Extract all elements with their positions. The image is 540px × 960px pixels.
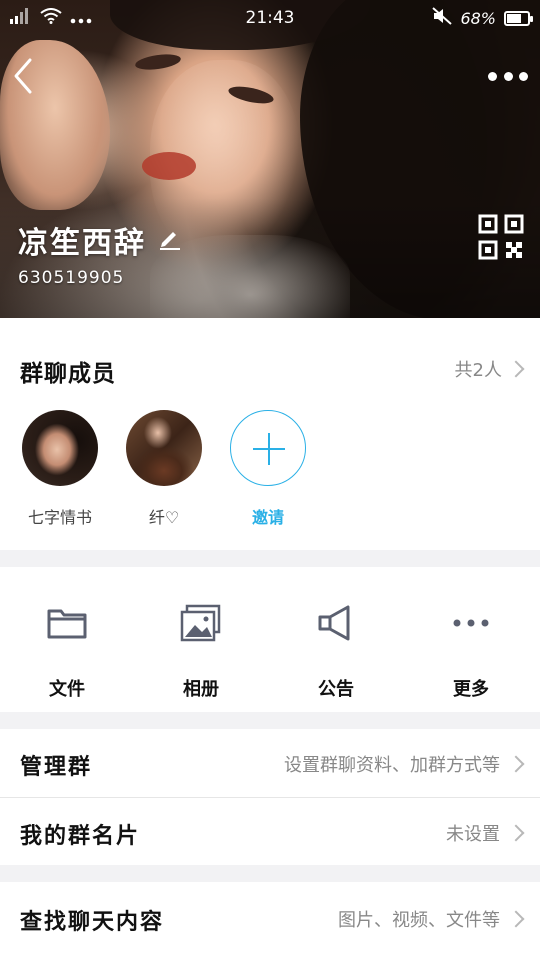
group-name-row: 凉笙西辞 [18,218,182,262]
manage-group-row[interactable]: 管理群 设置群聊资料、加群方式等 [0,729,540,797]
tool-announcement[interactable]: 公告 [286,603,386,701]
battery-percent: 68% [460,8,496,28]
cover-eye-shape [134,51,182,73]
chevron-right-icon [507,360,525,378]
more-options-button[interactable] [488,62,528,90]
back-icon [14,58,32,94]
search-history-row[interactable]: 查找聊天内容 图片、视频、文件等 [0,882,540,960]
folder-icon [45,603,89,643]
row-value: 未设置 [446,824,500,845]
members-section: 群聊成员 共2人 七字情书 纤♡ 邀请 [0,318,540,550]
chevron-right-icon [507,910,525,928]
member-item[interactable]: 纤♡ [124,410,204,528]
member-name: 纤♡ [148,508,180,527]
tool-album[interactable]: 相册 [151,603,251,701]
back-button[interactable] [10,56,40,96]
tool-label: 公告 [318,679,354,700]
edit-icon [160,232,180,250]
more-dot-icon [488,71,497,81]
tool-label: 更多 [453,679,489,700]
invite-label: 邀请 [251,508,284,527]
more-dot-icon [503,71,513,81]
group-cover-image[interactable]: 21:43 68% 凉笙西辞 630519905 [0,0,540,318]
more-dots-icon [449,603,493,643]
tool-files[interactable]: 文件 [17,603,117,701]
members-count-link[interactable]: 共2人 [454,356,525,382]
qr-code-button[interactable] [478,214,524,260]
chevron-right-icon [507,824,525,842]
add-icon [230,410,306,486]
mute-icon [432,7,453,29]
battery-fill [507,13,521,23]
cover-lips-shape [142,152,196,180]
members-count: 共2人 [454,360,502,381]
tools-section: 文件 相册 公告 更多 [0,567,540,712]
battery-icon [504,10,533,26]
row-title: 我的群名片 [20,824,141,849]
members-title: 群聊成员 [20,361,116,387]
edit-name-button[interactable] [158,226,182,254]
status-bar: 21:43 68% [0,0,540,36]
group-card-row[interactable]: 我的群名片 未设置 [0,797,540,865]
album-icon [179,603,223,643]
tool-more[interactable]: 更多 [421,603,521,701]
member-name: 七字情书 [27,508,92,527]
avatar [22,410,98,486]
more-dot-icon [519,71,528,81]
tool-label: 相册 [183,679,219,700]
row-title: 查找聊天内容 [20,910,165,935]
row-value: 图片、视频、文件等 [338,910,500,931]
group-id: 630519905 [18,268,125,288]
row-value: 设置群聊资料、加群方式等 [284,755,500,776]
announcement-icon [314,603,358,643]
invite-button[interactable]: 邀请 [228,410,308,528]
group-name: 凉笙西辞 [18,226,146,261]
avatar [126,410,202,486]
tool-label: 文件 [49,679,85,700]
qr-code-icon [478,214,524,260]
chevron-right-icon [507,755,525,773]
row-title: 管理群 [20,755,93,780]
member-item[interactable]: 七字情书 [20,410,100,528]
